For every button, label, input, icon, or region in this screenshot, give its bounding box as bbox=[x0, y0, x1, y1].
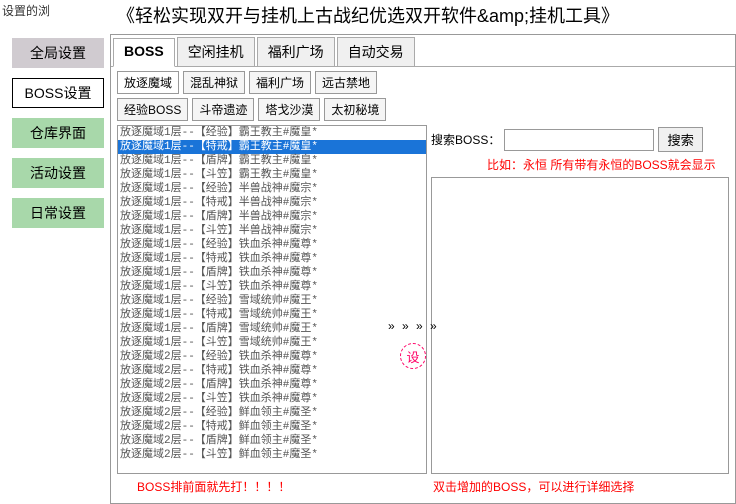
sidebar-item-1[interactable]: BOSS设置 bbox=[12, 78, 104, 108]
sub-tabs-row2: 经验BOSS斗帝遗迹塔戈沙漠太初秘境 bbox=[111, 98, 735, 125]
selected-boss-list[interactable]: » » » » 设 bbox=[431, 177, 729, 474]
sub-tabs-1-item-0[interactable]: 放逐魔域 bbox=[117, 71, 179, 94]
sidebar-item-4[interactable]: 日常设置 bbox=[12, 198, 104, 228]
body-area: 放逐魔域1层--【经验】霸王教主#魔皇*放逐魔域1层--【特戒】霸王教主#魔皇*… bbox=[111, 125, 735, 503]
transfer-arrows-icon: » » » » bbox=[388, 319, 439, 333]
search-button[interactable]: 搜索 bbox=[658, 127, 703, 152]
boss-list-item[interactable]: 放逐魔域2层--【特戒】铁血杀神#魔尊* bbox=[118, 364, 426, 378]
main-layout: 全局设置 BOSS设置仓库界面活动设置日常设置 BOSS空闲挂机福利广场自动交易 … bbox=[0, 34, 736, 504]
right-pane: 搜索BOSS： 搜索 比如：永恒 所有带有永恒的BOSS就会显示 » » » »… bbox=[431, 125, 729, 499]
boss-list-item[interactable]: 放逐魔域2层--【盾牌】铁血杀神#魔尊* bbox=[118, 378, 426, 392]
boss-list-item[interactable]: 放逐魔域1层--【斗笠】半兽战神#魔宗* bbox=[118, 224, 426, 238]
sidebar: 全局设置 BOSS设置仓库界面活动设置日常设置 bbox=[0, 34, 108, 504]
left-pane: 放逐魔域1层--【经验】霸王教主#魔皇*放逐魔域1层--【特戒】霸王教主#魔皇*… bbox=[117, 125, 427, 499]
sub-tabs-2-item-3[interactable]: 太初秘境 bbox=[324, 98, 386, 121]
boss-list-item[interactable]: 放逐魔域1层--【特戒】半兽战神#魔宗* bbox=[118, 196, 426, 210]
page-title: 《轻松实现双开与挂机上古战纪优选双开软件&amp;挂机工具》 bbox=[0, 0, 736, 34]
boss-list-item[interactable]: 放逐魔域1层--【斗笠】雪域统帅#魔王* bbox=[118, 336, 426, 350]
search-hint: 比如：永恒 所有带有永恒的BOSS就会显示 bbox=[431, 156, 729, 177]
main-tab-1[interactable]: 空闲挂机 bbox=[177, 37, 255, 66]
corner-text: 设置的浏 bbox=[2, 2, 50, 19]
tabs-area: BOSS空闲挂机福利广场自动交易 bbox=[111, 35, 735, 67]
search-row: 搜索BOSS： 搜索 bbox=[431, 125, 729, 156]
sub-tabs-1-item-2[interactable]: 福利广场 bbox=[249, 71, 311, 94]
search-label: 搜索BOSS： bbox=[431, 131, 500, 148]
boss-list-item[interactable]: 放逐魔域1层--【斗笠】铁血杀神#魔尊* bbox=[118, 280, 426, 294]
boss-list-item[interactable]: 放逐魔域1层--【经验】霸王教主#魔皇* bbox=[118, 126, 426, 140]
main-tab-3[interactable]: 自动交易 bbox=[337, 37, 415, 66]
boss-list-item[interactable]: 放逐魔域1层--【经验】半兽战神#魔宗* bbox=[118, 182, 426, 196]
sidebar-item-3[interactable]: 活动设置 bbox=[12, 158, 104, 188]
boss-list-item[interactable]: 放逐魔域2层--【盾牌】鲜血领主#魔圣* bbox=[118, 434, 426, 448]
main-tab-0[interactable]: BOSS bbox=[113, 38, 175, 67]
sub-tabs-1-item-3[interactable]: 远古禁地 bbox=[315, 71, 377, 94]
boss-list-item[interactable]: 放逐魔域2层--【斗笠】铁血杀神#魔尊* bbox=[118, 392, 426, 406]
main-tabs: BOSS空闲挂机福利广场自动交易 bbox=[113, 37, 733, 66]
boss-list-item[interactable]: 放逐魔域2层--【经验】鲜血领主#魔圣* bbox=[118, 406, 426, 420]
boss-list-item[interactable]: 放逐魔域1层--【特戒】霸王教主#魔皇* bbox=[118, 140, 426, 154]
left-note: BOSS排前面就先打！！！！ bbox=[117, 474, 427, 499]
sidebar-item-0[interactable]: 全局设置 bbox=[12, 38, 104, 68]
boss-list-item[interactable]: 放逐魔域1层--【盾牌】半兽战神#魔宗* bbox=[118, 210, 426, 224]
content-panel: BOSS空闲挂机福利广场自动交易 放逐魔域混乱神狱福利广场远古禁地 经验BOSS… bbox=[110, 34, 736, 504]
sidebar-item-2[interactable]: 仓库界面 bbox=[12, 118, 104, 148]
boss-list-item[interactable]: 放逐魔域2层--【特戒】鲜血领主#魔圣* bbox=[118, 420, 426, 434]
boss-list[interactable]: 放逐魔域1层--【经验】霸王教主#魔皇*放逐魔域1层--【特戒】霸王教主#魔皇*… bbox=[117, 125, 427, 474]
boss-list-item[interactable]: 放逐魔域2层--【斗笠】鲜血领主#魔圣* bbox=[118, 448, 426, 462]
boss-list-item[interactable]: 放逐魔域1层--【经验】雪域统帅#魔王* bbox=[118, 294, 426, 308]
main-tab-2[interactable]: 福利广场 bbox=[257, 37, 335, 66]
sub-tabs-2-item-0[interactable]: 经验BOSS bbox=[117, 98, 188, 121]
boss-list-item[interactable]: 放逐魔域1层--【盾牌】霸王教主#魔皇* bbox=[118, 154, 426, 168]
sub-tabs-2-item-1[interactable]: 斗帝遗迹 bbox=[192, 98, 254, 121]
boss-list-item[interactable]: 放逐魔域1层--【盾牌】雪域统帅#魔王* bbox=[118, 322, 426, 336]
sub-tabs-2-item-2[interactable]: 塔戈沙漠 bbox=[258, 98, 320, 121]
sub-tabs-row1: 放逐魔域混乱神狱福利广场远古禁地 bbox=[111, 67, 735, 98]
boss-list-item[interactable]: 放逐魔域1层--【特戒】铁血杀神#魔尊* bbox=[118, 252, 426, 266]
right-note: 双击增加的BOSS，可以进行详细选择 bbox=[431, 474, 729, 499]
boss-list-item[interactable]: 放逐魔域1层--【特戒】雪域统帅#魔王* bbox=[118, 308, 426, 322]
boss-list-item[interactable]: 放逐魔域2层--【经验】铁血杀神#魔尊* bbox=[118, 350, 426, 364]
boss-list-item[interactable]: 放逐魔域1层--【斗笠】霸王教主#魔皇* bbox=[118, 168, 426, 182]
sub-tabs-1-item-1[interactable]: 混乱神狱 bbox=[183, 71, 245, 94]
settings-circle-button[interactable]: 设 bbox=[400, 343, 426, 369]
boss-list-item[interactable]: 放逐魔域1层--【盾牌】铁血杀神#魔尊* bbox=[118, 266, 426, 280]
boss-list-item[interactable]: 放逐魔域1层--【经验】铁血杀神#魔尊* bbox=[118, 238, 426, 252]
search-input[interactable] bbox=[504, 129, 654, 151]
